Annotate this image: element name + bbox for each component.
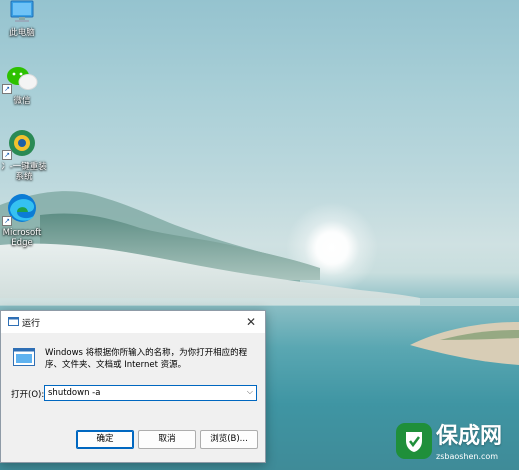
computer-icon bbox=[10, 0, 34, 22]
shortcut-arrow-icon: ↗ bbox=[2, 84, 12, 94]
desktop: 此电脑 ↗ 微信 ↗ 冫-一键重装系统 ↗ Microsoft Edge 运行 … bbox=[0, 0, 519, 470]
browse-button[interactable]: 浏览(B)... bbox=[200, 430, 258, 449]
desktop-icon-reinstall[interactable]: ↗ 冫-一键重装系统 bbox=[0, 128, 47, 182]
open-input[interactable]: shutdown -a bbox=[48, 388, 100, 398]
watermark-logo-icon bbox=[396, 423, 432, 459]
open-combobox[interactable]: shutdown -a ⌵ bbox=[44, 385, 257, 401]
close-button[interactable]: ✕ bbox=[237, 311, 265, 333]
run-window-icon bbox=[13, 348, 35, 366]
run-dialog: 运行 ✕ Windows 将根据你所输入的名称，为你打开相应的程序、文件夹、文档… bbox=[0, 310, 266, 463]
title-bar[interactable]: 运行 ✕ bbox=[1, 311, 265, 333]
desktop-icon-wechat[interactable]: ↗ 微信 bbox=[0, 64, 44, 106]
desktop-icon-label: 微信 bbox=[13, 96, 31, 106]
desktop-icon-label: Microsoft Edge bbox=[2, 228, 42, 248]
cancel-button[interactable]: 取消 bbox=[138, 430, 196, 449]
run-app-icon bbox=[8, 317, 19, 326]
desktop-icon-label: 冫-一键重装系统 bbox=[1, 162, 47, 182]
chevron-down-icon[interactable]: ⌵ bbox=[247, 387, 253, 397]
watermark-title: 保成网 bbox=[436, 424, 503, 449]
desktop-icon-this-pc[interactable]: 此电脑 bbox=[0, 0, 44, 38]
watermark: 保成网 zsbaoshen.com bbox=[396, 423, 516, 467]
dialog-description: Windows 将根据你所输入的名称，为你打开相应的程序、文件夹、文档或 Int… bbox=[45, 348, 248, 370]
watermark-subtitle: zsbaoshen.com bbox=[436, 452, 499, 461]
dialog-title: 运行 bbox=[22, 319, 41, 329]
ok-button[interactable]: 确定 bbox=[76, 430, 134, 449]
desktop-icon-edge[interactable]: ↗ Microsoft Edge bbox=[0, 192, 44, 248]
shortcut-arrow-icon: ↗ bbox=[2, 216, 12, 226]
shortcut-arrow-icon: ↗ bbox=[2, 150, 12, 160]
open-label: 打开(O): bbox=[11, 390, 45, 400]
sandbar bbox=[410, 322, 519, 365]
desktop-icon-label: 此电脑 bbox=[9, 28, 35, 38]
